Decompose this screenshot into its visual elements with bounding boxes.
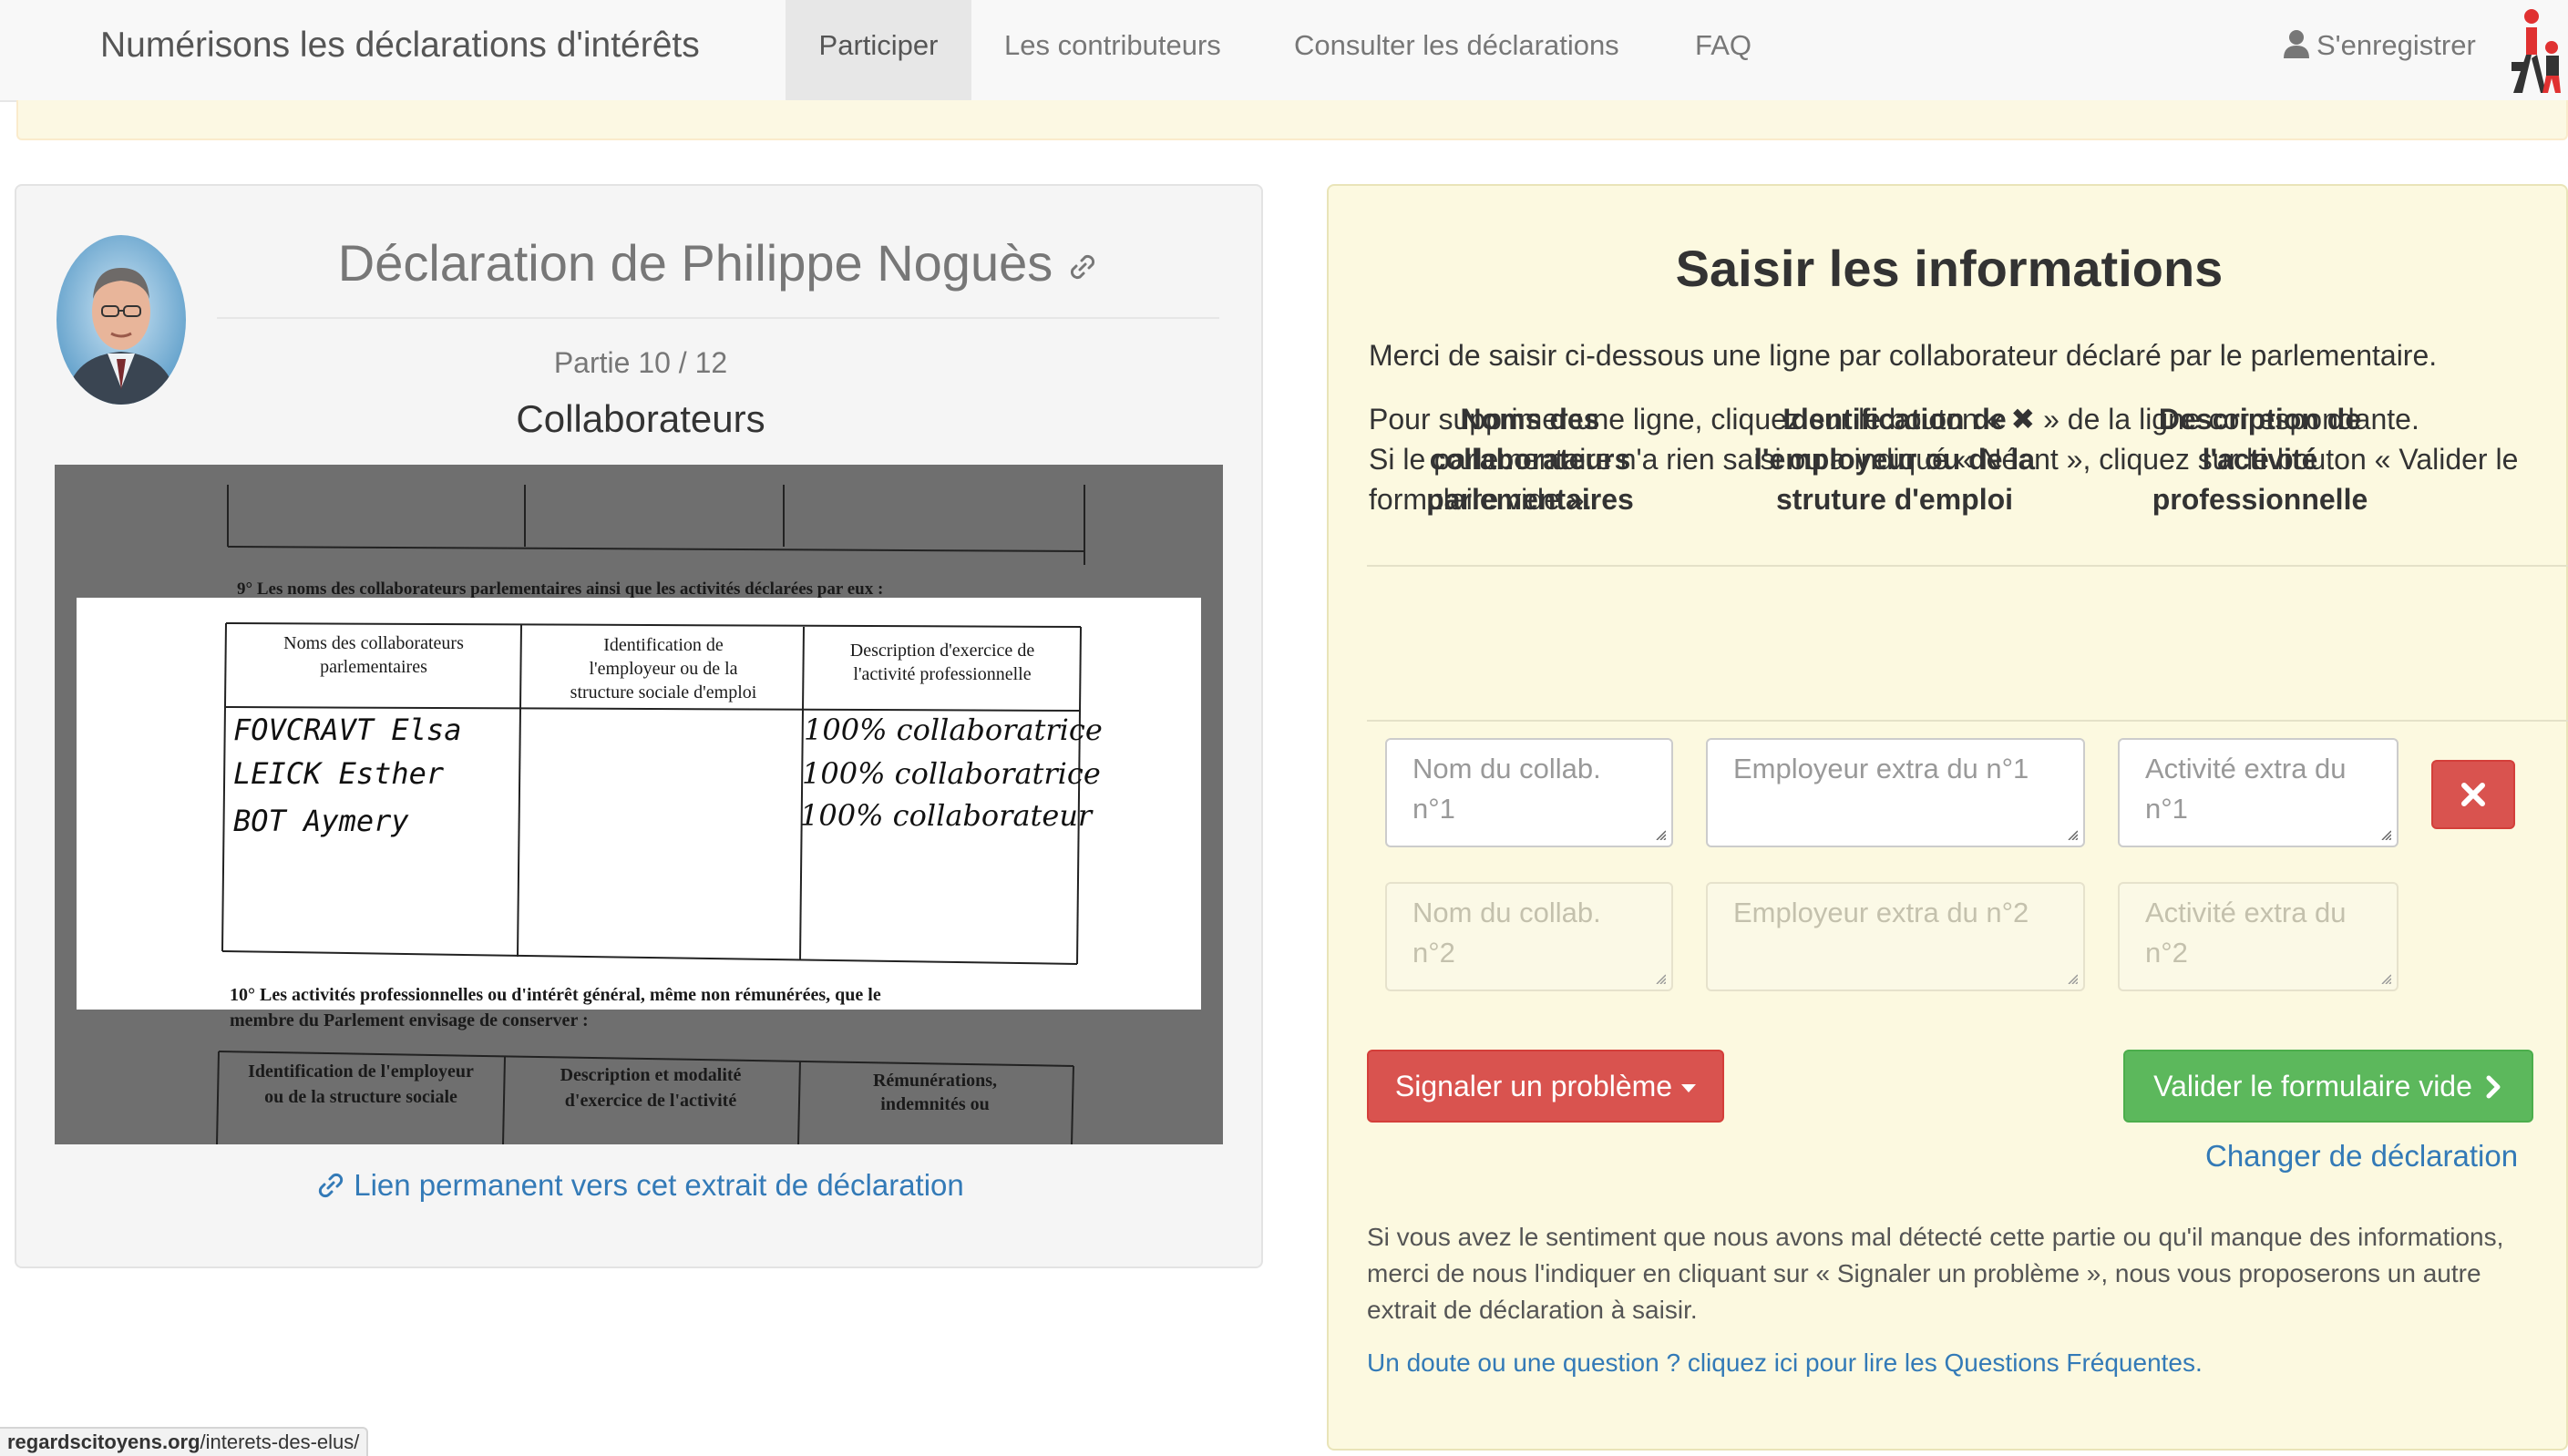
scan-activity-1: 100% collaboratrice: [804, 713, 1103, 747]
scan-bottom-col2-2: d'exercice de l'activité: [565, 1091, 737, 1111]
employer-placeholder-2: Employeur extra du n°2: [1733, 897, 2029, 928]
permalink-label: Lien permanent vers cet extrait de décla…: [354, 1168, 964, 1202]
intro-text: Merci de saisir ci-dessous une ligne par…: [1369, 339, 2438, 372]
collab-name-placeholder-2: Nom du collab. n°2: [1412, 897, 1601, 969]
activity-input-2[interactable]: Activité extra du n°2: [2118, 882, 2399, 991]
status-url-path: /interets-des-elus/: [200, 1430, 360, 1453]
delete-row-button-1[interactable]: [2431, 760, 2515, 829]
status-bar-url: regardscitoyens.org/interets-des-elus/: [0, 1427, 369, 1456]
report-problem-label: Signaler un problème: [1394, 1070, 1673, 1102]
scan-bottom-col1-2: ou de la structure sociale: [264, 1087, 457, 1107]
part-counter: Partie 10 / 12: [553, 346, 728, 379]
scan-col1-header-2: parlementaires: [320, 657, 427, 677]
scan-image: 9° Les noms des collaborateurs parlement…: [77, 485, 1201, 1144]
resize-grip-icon[interactable]: [2067, 829, 2078, 840]
scan-bottom-col3: Rémunérations,: [873, 1071, 997, 1091]
scan-col1-header: Noms des collaborateurs: [283, 633, 464, 653]
table-top-rule: [1367, 565, 2568, 567]
caret-down-icon: [1681, 1084, 1697, 1093]
alert-strip: [16, 100, 2568, 140]
header-activity: Description de l'activité professionnell…: [2152, 403, 2368, 516]
collab-name-input-2[interactable]: Nom du collab. n°2: [1385, 882, 1673, 991]
resize-grip-icon[interactable]: [2380, 829, 2391, 840]
title-divider: [217, 317, 1219, 319]
scan-activity-3: 100% collaborateur: [800, 798, 1094, 833]
header-employer: Identification de l'employeur ou de la s…: [1753, 403, 2036, 516]
employer-placeholder-1: Employeur extra du n°1: [1733, 753, 2029, 784]
activity-placeholder-2: Activité extra du n°2: [2145, 897, 2347, 969]
register-link[interactable]: S'enregistrer: [2284, 0, 2476, 100]
scan-name-2: LEICK Esther: [233, 756, 445, 791]
scan-note-above: 9° Les noms des collaborateurs parlement…: [237, 579, 883, 599]
nav-participer[interactable]: Participer: [786, 0, 971, 100]
section-title: Collaborateurs: [516, 397, 765, 440]
declaration-title-text: Déclaration de Philippe Noguès: [337, 234, 1053, 292]
scan-bottom-col2: Description et modalité: [560, 1065, 742, 1085]
nav-faq[interactable]: FAQ: [1695, 0, 1751, 100]
faq-link[interactable]: Un doute ou une question ? cliquez ici p…: [1367, 1348, 2203, 1378]
input-panel-title: Saisir les informations: [1675, 240, 2224, 297]
scan-note-below-2: membre du Parlement envisage de conserve…: [230, 1010, 589, 1030]
scan-col3-header-2: l'activité professionnelle: [853, 664, 1031, 684]
scan-bottom-col1: Identification de l'employeur: [248, 1061, 474, 1082]
scan-col3-header: Description d'exercice de: [850, 641, 1035, 661]
resize-grip-icon[interactable]: [1655, 829, 1666, 840]
resize-grip-icon[interactable]: [2380, 973, 2391, 984]
declaration-panel: Déclaration de Philippe Noguès Partie 10…: [15, 184, 1263, 1268]
close-icon: [2461, 783, 2485, 806]
validate-empty-form-label: Valider le formulaire vide: [2153, 1070, 2472, 1102]
top-navbar: Numérisons les déclarations d'intérêts P…: [0, 0, 2568, 102]
declaration-scan: 9° Les noms des collaborateurs parlement…: [55, 465, 1223, 1144]
scan-activity-2: 100% collaboratrice: [802, 756, 1101, 791]
change-declaration-link[interactable]: Changer de déclaration: [2205, 1139, 2518, 1174]
declaration-title: Déclaration de Philippe Noguès: [217, 233, 1219, 292]
register-label: S'enregistrer: [2316, 29, 2476, 61]
site-brand[interactable]: Numérisons les déclarations d'intérêts: [100, 0, 700, 100]
link-icon[interactable]: [1067, 251, 1098, 282]
employer-input-1[interactable]: Employeur extra du n°1: [1706, 738, 2085, 847]
employer-input-2[interactable]: Employeur extra du n°2: [1706, 882, 2085, 991]
header-names: Noms des collaborateurs parlementaires: [1426, 403, 1634, 516]
scan-col2-header: Identification de: [603, 635, 724, 655]
permalink-link[interactable]: Lien permanent vers cet extrait de décla…: [16, 1168, 1265, 1203]
status-url-host: regardscitoyens.org: [7, 1430, 200, 1453]
scan-note-below-1: 10° Les activités professionnelles ou d'…: [230, 985, 881, 1005]
scan-name-3: BOT Aymery: [233, 804, 409, 838]
collab-name-input-1[interactable]: Nom du collab. n°1: [1385, 738, 1673, 847]
activity-placeholder-1: Activité extra du n°1: [2145, 753, 2347, 825]
scan-bottom-col3-2: indemnités ou: [880, 1094, 989, 1114]
nav-contributeurs[interactable]: Les contributeurs: [1004, 0, 1221, 100]
table-header-rule: [1367, 720, 2568, 722]
validate-empty-form-button[interactable]: Valider le formulaire vide: [2123, 1050, 2533, 1123]
nav-consulter[interactable]: Consulter les déclarations: [1294, 0, 1619, 100]
regards-citoyens-logo[interactable]: [2508, 5, 2568, 93]
user-icon: [2284, 30, 2309, 58]
report-problem-button[interactable]: Signaler un problème: [1367, 1050, 1724, 1123]
scan-name-1: FOVCRAVT Elsa: [233, 713, 461, 747]
chevron-right-icon: [2486, 1075, 2501, 1099]
link-icon: [319, 1173, 344, 1198]
scan-col2-header-3: structure sociale d'emploi: [570, 682, 757, 702]
activity-input-1[interactable]: Activité extra du n°1: [2118, 738, 2399, 847]
help-text: Si vous avez le sentiment que nous avons…: [1367, 1223, 2504, 1324]
scan-col2-header-2: l'employeur ou de la: [590, 659, 738, 679]
resize-grip-icon[interactable]: [2067, 973, 2078, 984]
resize-grip-icon[interactable]: [1655, 973, 1666, 984]
collab-name-placeholder-1: Nom du collab. n°1: [1412, 753, 1601, 825]
